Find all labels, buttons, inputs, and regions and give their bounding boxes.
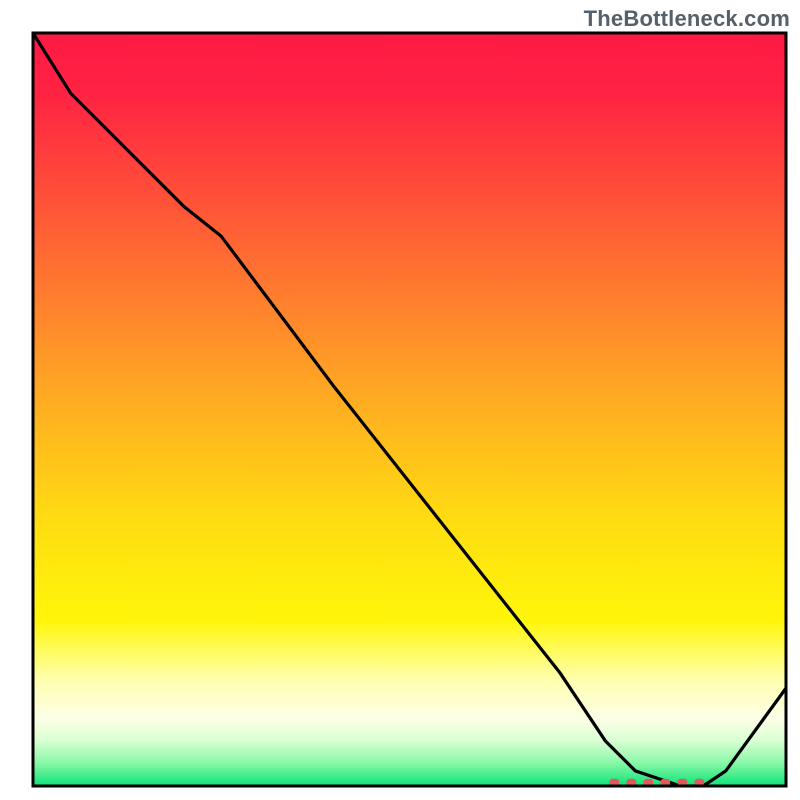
plot-background bbox=[33, 33, 786, 786]
chart-stage: TheBottleneck.com bbox=[0, 0, 800, 800]
bottleneck-chart bbox=[0, 0, 800, 800]
